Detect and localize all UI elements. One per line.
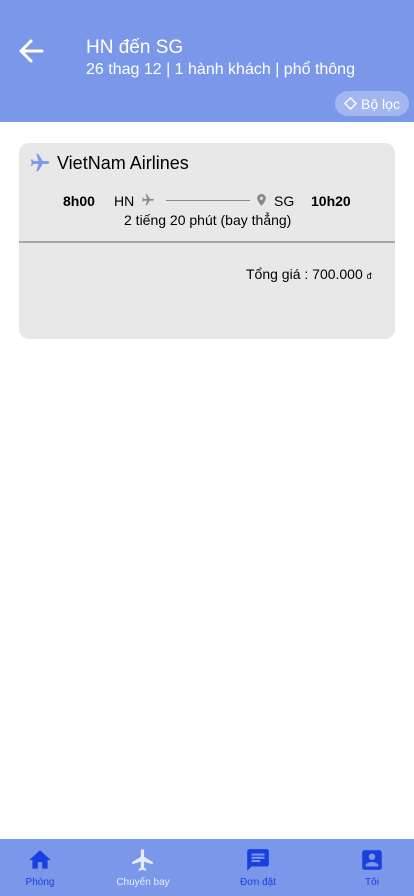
filter-label: Bộ lọc xyxy=(361,95,400,112)
back-button[interactable] xyxy=(16,36,46,66)
airplane-icon xyxy=(132,849,153,871)
page-title: HN đến SG xyxy=(86,37,184,58)
arrow-left-icon xyxy=(19,39,44,63)
destination-code: SG xyxy=(274,193,295,209)
currency-symbol: đ xyxy=(366,271,372,281)
nav-label-toi: Tôi xyxy=(365,877,379,888)
total-price-label: Tổng giá : 700.000 xyxy=(246,266,363,282)
nav-item-phong[interactable]: Phòng xyxy=(10,839,70,896)
filter-diamond-icon xyxy=(344,97,358,110)
card-divider xyxy=(19,241,395,243)
flight-duration: 2 tiếng 20 phút (bay thẳng) xyxy=(124,212,292,228)
filter-button[interactable]: Bộ lọc xyxy=(335,91,409,116)
origin-code: HN xyxy=(114,193,135,209)
message-icon xyxy=(247,849,269,871)
nav-item-don-dat[interactable]: Đơn đặt xyxy=(228,839,288,896)
airplane-icon xyxy=(30,153,50,172)
arrival-time: 10h20 xyxy=(311,193,351,209)
flight-card[interactable]: VietNam Airlines 8h00 HN SG 10h20 2 tiến… xyxy=(19,143,395,339)
nav-label-don-dat: Đơn đặt xyxy=(239,877,277,888)
home-icon xyxy=(29,850,51,869)
nav-item-toi[interactable]: Tôi xyxy=(342,839,402,896)
airline-name: VietNam Airlines xyxy=(57,153,189,173)
location-pin-icon xyxy=(257,194,266,206)
bottom-navigation: Phòng Chuyến bay Đơn đặt Tôi xyxy=(0,839,414,896)
small-airplane-icon xyxy=(142,194,154,206)
account-icon xyxy=(362,850,382,870)
route-line xyxy=(166,200,250,201)
departure-time: 8h00 xyxy=(63,193,95,209)
airline-row: VietNam Airlines xyxy=(29,152,189,174)
app-header: HN đến SG 26 thag 12 | 1 hành khách | ph… xyxy=(0,0,414,122)
trip-summary: 26 thag 12 | 1 hành khách | phổ thông xyxy=(86,61,355,78)
nav-label-chuyen-bay: Chuyến bay xyxy=(116,877,170,888)
nav-label-phong: Phòng xyxy=(25,877,55,888)
total-price: Tổng giá : 700.000 đ xyxy=(246,266,372,282)
nav-item-chuyen-bay[interactable]: Chuyến bay xyxy=(108,839,178,896)
